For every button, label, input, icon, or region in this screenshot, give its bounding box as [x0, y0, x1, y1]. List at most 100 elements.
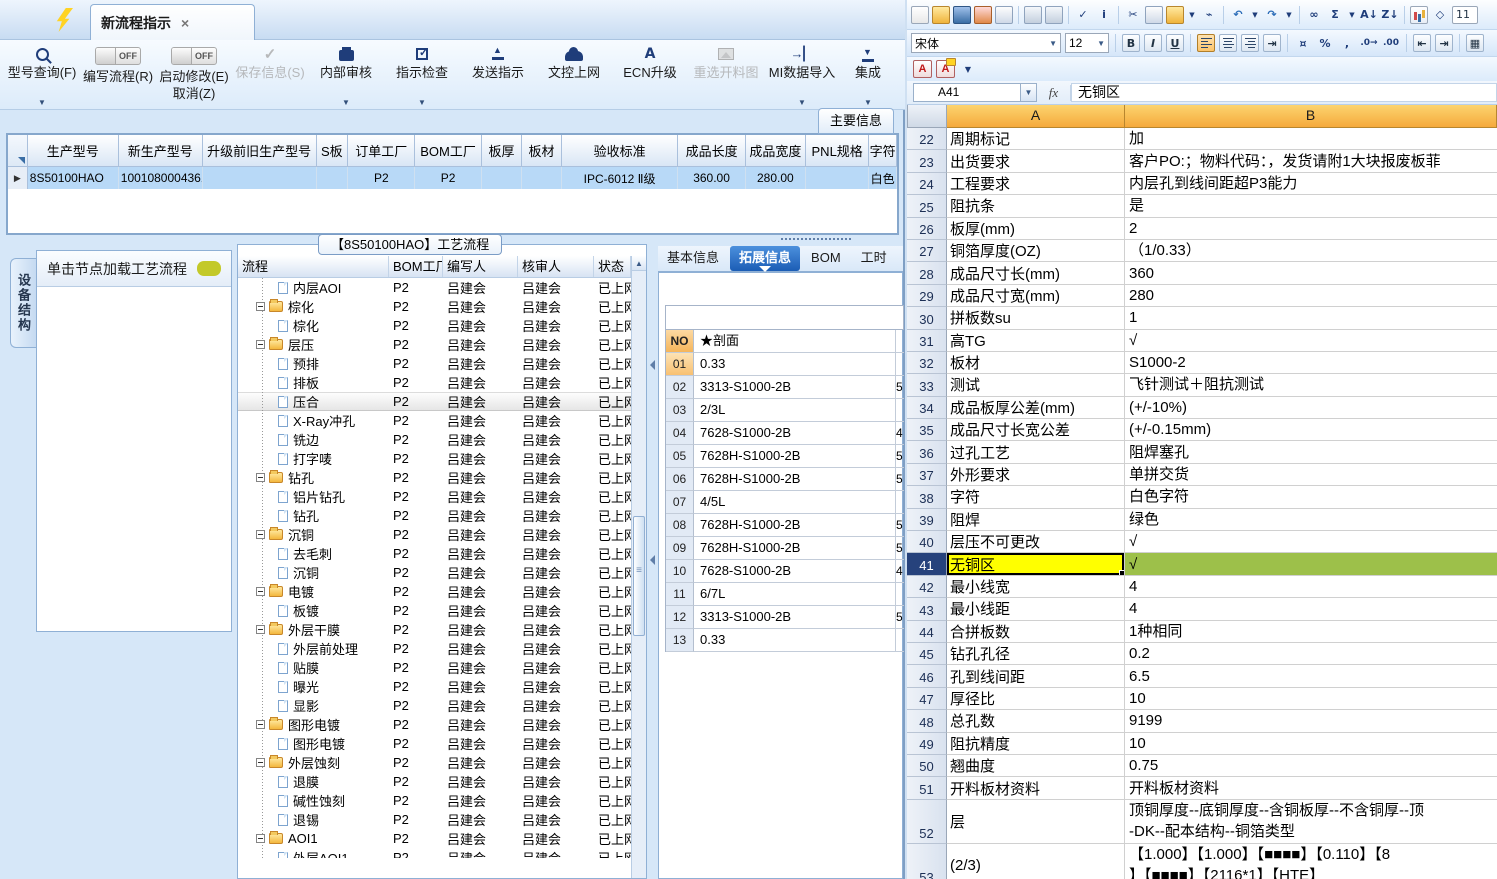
doc-upload-button[interactable]: 文控上网 — [544, 44, 604, 82]
cell-b42[interactable]: 4 — [1125, 575, 1497, 599]
flow-col-2[interactable]: BOM工厂 — [389, 256, 443, 277]
cell-b36[interactable]: 阻焊塞孔 — [1125, 441, 1497, 464]
row-header-43[interactable]: 43 — [907, 598, 947, 621]
write-flow-toggle[interactable]: OFF 编写流程(R) — [83, 44, 153, 86]
tab-拓展信息[interactable]: 拓展信息 — [730, 246, 801, 272]
cell-a29[interactable]: 成品尺寸宽(mm) — [947, 284, 1125, 308]
row-header-40[interactable]: 40 — [907, 531, 947, 554]
row-header-23[interactable]: 23 — [907, 150, 947, 173]
collapse-minus-icon[interactable] — [256, 302, 265, 311]
flow-row[interactable]: X-Ray冲孔 P2 吕建会 吕建会 已上网 — [238, 411, 646, 430]
row-header-44[interactable]: 44 — [907, 620, 947, 643]
flow-row[interactable]: 曝光 P2 吕建会 吕建会 已上网 — [238, 677, 646, 696]
cell-b48[interactable]: 9199 — [1125, 710, 1497, 733]
grid-header-6[interactable]: BOM工厂 — [415, 135, 482, 167]
flow-row[interactable]: 钻孔 P2 吕建会 吕建会 已上网 — [238, 506, 646, 525]
cell-a37[interactable]: 外形要求 — [947, 463, 1125, 487]
cell-a28[interactable]: 成品尺寸长(mm) — [947, 262, 1125, 285]
grid-data-row[interactable]: ▶8S50100HAO10010800043615 P2P2 IPC-6012 Ⅱ级… — [8, 167, 897, 189]
cell-a26[interactable]: 板厚(mm) — [947, 217, 1125, 240]
flow-row[interactable]: 碱性蚀刻 P2 吕建会 吕建会 已上网 — [238, 791, 646, 810]
stackup-row[interactable]: 04 7628-S1000-2B 4 — [666, 422, 904, 445]
formula-input[interactable]: 无铜区 — [1071, 83, 1497, 102]
cell-a43[interactable]: 最小线距 — [947, 598, 1125, 621]
tab-new-flow-instruction[interactable]: 新流程指示 × — [90, 4, 255, 40]
flow-row[interactable]: 铣边 P2 吕建会 吕建会 已上网 — [238, 430, 646, 449]
cancel-button[interactable]: 取消(Z) — [173, 86, 216, 102]
research-icon[interactable]: i — [1095, 6, 1113, 24]
cell-b40[interactable]: √ — [1125, 531, 1497, 554]
flow-row[interactable]: 压合 P2 吕建会 吕建会 已上网 — [238, 392, 646, 411]
flow-row[interactable]: 显影 P2 吕建会 吕建会 已上网 — [238, 696, 646, 715]
stackup-row[interactable]: 13 0.33 — [666, 629, 904, 652]
cell-b41[interactable]: √ — [1125, 553, 1497, 576]
cell-a30[interactable]: 拼板数su — [947, 307, 1125, 330]
format-painter-icon[interactable]: ⌁ — [1200, 6, 1218, 24]
autosum-icon[interactable]: Σ — [1326, 6, 1344, 24]
row-header-28[interactable]: 28 — [907, 262, 947, 285]
flow-row[interactable]: 退膜 P2 吕建会 吕建会 已上网 — [238, 772, 646, 791]
grid-header-1[interactable]: 生产型号 — [27, 135, 119, 167]
grid-cell-4[interactable] — [317, 167, 349, 189]
cell-a33[interactable]: 测试 — [947, 374, 1125, 397]
currency-button[interactable]: ¤ — [1294, 34, 1312, 52]
flow-row[interactable]: 钻孔 P2 吕建会 吕建会 已上网 — [238, 468, 646, 487]
hyperlink-icon[interactable]: ∞ — [1305, 6, 1323, 24]
cell-b44[interactable]: 1种相同 — [1125, 620, 1497, 643]
row-header-36[interactable]: 36 — [907, 441, 947, 464]
cell-a31[interactable]: 高TG — [947, 329, 1125, 352]
borders-button[interactable]: ▦ — [1466, 34, 1484, 52]
cell-a47[interactable]: 厚径比 — [947, 687, 1125, 711]
flow-row[interactable]: 预排 P2 吕建会 吕建会 已上网 — [238, 354, 646, 373]
paste-dropdown-icon[interactable]: ▼ — [1187, 6, 1197, 24]
row-header-24[interactable]: 24 — [907, 172, 947, 196]
stackup-row[interactable]: 01 0.33 — [666, 353, 904, 376]
flow-row[interactable]: 去毛刺 P2 吕建会 吕建会 已上网 — [238, 544, 646, 563]
collapse-minus-icon[interactable] — [256, 587, 265, 596]
row-header-46[interactable]: 46 — [907, 665, 947, 688]
flow-row[interactable]: 贴膜 P2 吕建会 吕建会 已上网 — [238, 658, 646, 677]
grid-header-7[interactable]: 板厚 — [481, 135, 523, 167]
row-header-32[interactable]: 32 — [907, 351, 947, 375]
grid-header-5[interactable]: 订单工厂 — [348, 135, 416, 167]
reselect-cut-map-button[interactable]: 重选开料图 — [694, 44, 759, 82]
cell-a40[interactable]: 层压不可更改 — [947, 531, 1125, 554]
bold-button[interactable]: B — [1122, 34, 1140, 52]
stackup-row[interactable]: 02 3313-S1000-2B 5 — [666, 376, 904, 399]
row-header-42[interactable]: 42 — [907, 575, 947, 599]
grid-header-11[interactable]: 成品宽度 — [745, 135, 807, 167]
redo-icon[interactable]: ↷ — [1263, 6, 1281, 24]
mail-icon[interactable] — [995, 5, 1013, 24]
flow-col-3[interactable]: 编写人 — [443, 256, 518, 277]
flow-row[interactable]: 外层AOI1P2吕建会吕建会已上网 — [238, 848, 646, 858]
row-header-45[interactable]: 45 — [907, 642, 947, 666]
zoom-box[interactable]: 11 — [1452, 5, 1478, 24]
grid-cell-5[interactable]: P2 — [348, 167, 416, 189]
cut-icon[interactable]: ✂ — [1124, 6, 1142, 24]
row-header-22[interactable]: 22 — [907, 128, 947, 151]
row-header-26[interactable]: 26 — [907, 217, 947, 240]
collapse-minus-icon[interactable] — [256, 720, 265, 729]
cell-b47[interactable]: 10 — [1125, 687, 1497, 711]
cell-a22[interactable]: 周期标记 — [947, 128, 1125, 151]
align-right-button[interactable] — [1241, 34, 1259, 52]
print-icon[interactable] — [1024, 5, 1042, 24]
spelling-icon[interactable]: ✓ — [1074, 6, 1092, 24]
column-header-a[interactable]: A — [947, 105, 1125, 128]
grid-header-8[interactable]: 板材 — [522, 135, 562, 167]
pdf-and-email-icon[interactable]: A — [936, 58, 956, 78]
cell-a53[interactable]: (2/3) — [947, 843, 1125, 879]
decrease-indent-button[interactable]: ⇤ — [1413, 34, 1431, 52]
open-icon[interactable] — [932, 5, 950, 24]
collapse-minus-icon[interactable] — [256, 758, 265, 767]
chevron-down-icon[interactable]: ▼ — [342, 98, 350, 110]
flow-col-1[interactable]: 流程 — [238, 256, 389, 277]
stackup-row[interactable]: 07 4/5L — [666, 491, 904, 514]
collapse-minus-icon[interactable] — [256, 530, 265, 539]
collapse-minus-icon[interactable] — [256, 473, 265, 482]
cell-b46[interactable]: 6.5 — [1125, 665, 1497, 688]
cell-a52[interactable]: 层 — [947, 799, 1125, 844]
column-header-b[interactable]: B — [1125, 105, 1497, 128]
grid-cell-7[interactable] — [482, 167, 523, 189]
mi-data-import-button[interactable]: →▏ MI数据导入 ▼ — [769, 44, 835, 110]
